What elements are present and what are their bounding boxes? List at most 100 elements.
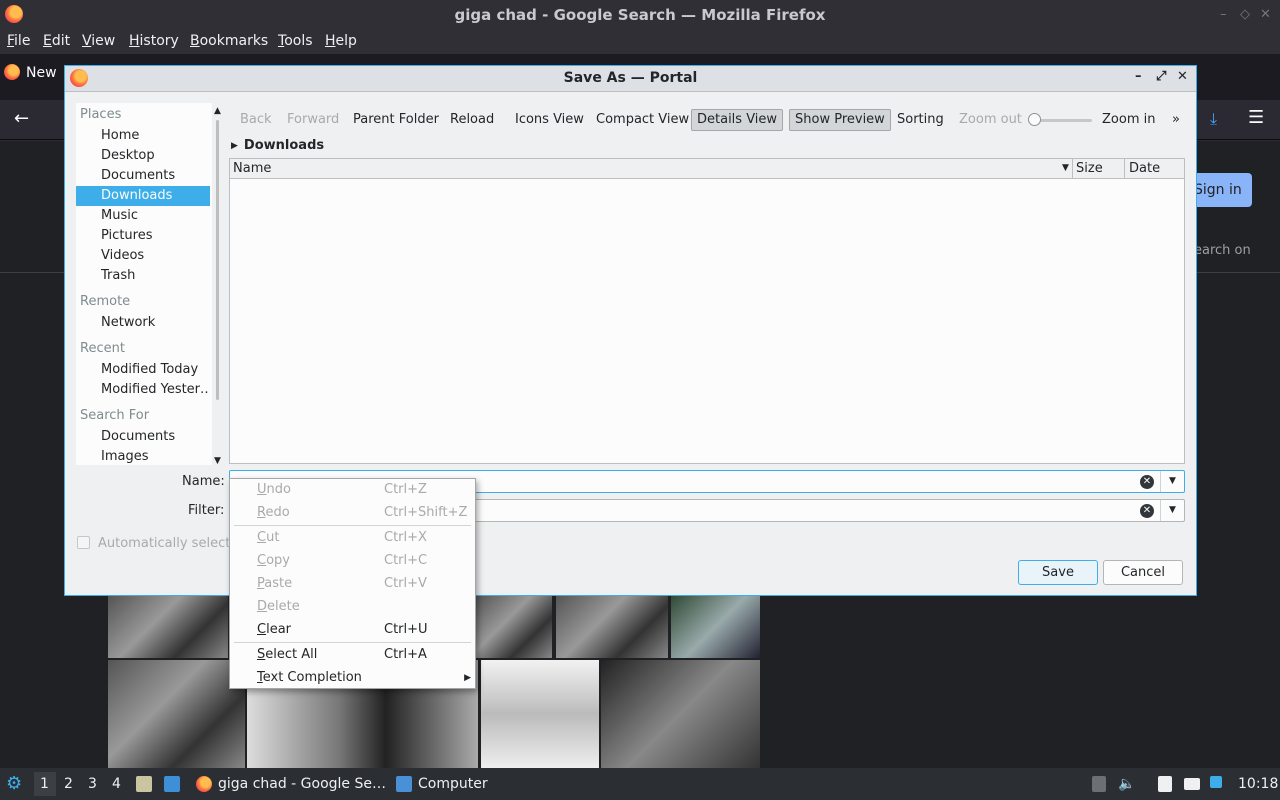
image-result[interactable] bbox=[108, 596, 228, 658]
file-list[interactable]: Name ▼ Size Date bbox=[229, 158, 1185, 464]
minimize-icon[interactable]: – bbox=[1220, 7, 1227, 22]
scroll-down-icon[interactable]: ▼ bbox=[214, 456, 221, 466]
clear-icon[interactable]: ✕ bbox=[1140, 504, 1154, 518]
notification-icon[interactable] bbox=[1210, 776, 1222, 788]
places-item-pictures[interactable]: Pictures bbox=[76, 226, 210, 246]
menu-edit[interactable]: Edit bbox=[43, 33, 70, 49]
places-item-search-images[interactable]: Images bbox=[76, 447, 210, 465]
volume-icon[interactable]: 🔈 bbox=[1118, 776, 1135, 792]
compact-view-button[interactable]: Compact View bbox=[591, 109, 694, 131]
menu-bookmarks[interactable]: Bookmarks bbox=[190, 33, 268, 49]
column-size[interactable]: Size bbox=[1076, 159, 1103, 178]
save-button[interactable]: Save bbox=[1018, 560, 1098, 585]
menu-file[interactable]: File bbox=[7, 33, 30, 49]
menu-item-label: Redo bbox=[257, 505, 290, 520]
signin-button[interactable]: Sign in bbox=[1190, 173, 1252, 207]
auto-select-extension-checkbox[interactable]: Automatically select fi bbox=[77, 536, 243, 551]
places-item-music[interactable]: Music bbox=[76, 206, 210, 226]
task-firefox[interactable]: giga chad - Google Se… bbox=[218, 776, 386, 792]
places-item-documents[interactable]: Documents bbox=[76, 166, 210, 186]
menu-item-redo[interactable]: Redo Ctrl+Shift+Z bbox=[230, 502, 475, 524]
maximize-icon[interactable]: ◇ bbox=[1240, 7, 1250, 22]
image-result[interactable] bbox=[556, 596, 668, 658]
close-icon[interactable]: ✕ bbox=[1177, 69, 1188, 84]
menu-help[interactable]: Help bbox=[325, 33, 357, 49]
menu-item-label: Copy bbox=[257, 553, 290, 568]
desktop-launcher-icon[interactable] bbox=[164, 776, 180, 792]
menu-item-clear[interactable]: Clear Ctrl+U bbox=[230, 619, 475, 641]
browser-titlebar: giga chad - Google Search — Mozilla Fire… bbox=[0, 0, 1280, 30]
chevron-down-icon[interactable]: ▼ bbox=[1160, 471, 1184, 492]
menu-item-cut[interactable]: Cut Ctrl+X bbox=[230, 527, 475, 549]
clock[interactable]: 10:18 bbox=[1238, 776, 1278, 792]
workspace-3[interactable]: 3 bbox=[88, 776, 97, 792]
parent-folder-button[interactable]: Parent Folder bbox=[348, 109, 444, 131]
places-item-modified-today[interactable]: Modified Today bbox=[76, 360, 210, 380]
forward-button[interactable]: Forward bbox=[282, 109, 344, 131]
show-preview-button[interactable]: Show Preview bbox=[789, 109, 891, 131]
task-computer[interactable]: Computer bbox=[418, 776, 488, 792]
sorting-button[interactable]: Sorting bbox=[892, 109, 949, 131]
browser-window-title: giga chad - Google Search — Mozilla Fire… bbox=[454, 6, 826, 24]
places-item-modified-yesterday[interactable]: Modified Yester… bbox=[76, 380, 210, 400]
image-result[interactable] bbox=[601, 660, 760, 768]
hamburger-menu-icon[interactable]: ☰ bbox=[1248, 107, 1264, 128]
reload-button[interactable]: Reload bbox=[445, 109, 499, 131]
dialog-title: Save As — Portal bbox=[563, 70, 698, 86]
clipboard-icon[interactable] bbox=[1158, 776, 1172, 792]
checkbox-box[interactable] bbox=[77, 536, 90, 549]
zoom-in-button[interactable]: Zoom in bbox=[1097, 109, 1160, 131]
breadcrumb[interactable]: ▶ Downloads bbox=[231, 138, 324, 153]
icons-view-button[interactable]: Icons View bbox=[510, 109, 589, 131]
places-item-videos[interactable]: Videos bbox=[76, 246, 210, 266]
back-arrow-icon[interactable]: ← bbox=[14, 108, 29, 129]
close-icon[interactable]: ✕ bbox=[1260, 7, 1271, 22]
clear-icon[interactable]: ✕ bbox=[1140, 475, 1154, 489]
places-item-network[interactable]: Network bbox=[76, 313, 210, 333]
cancel-button[interactable]: Cancel bbox=[1103, 560, 1183, 585]
column-name[interactable]: Name bbox=[233, 159, 271, 178]
more-toolbar-icon[interactable]: » bbox=[1167, 109, 1185, 131]
network-icon[interactable] bbox=[1184, 778, 1200, 790]
image-result[interactable] bbox=[671, 596, 760, 658]
workspace-4[interactable]: 4 bbox=[112, 776, 121, 792]
minimize-icon[interactable]: – bbox=[1135, 69, 1142, 84]
menu-item-undo[interactable]: Undo Ctrl+Z bbox=[230, 479, 475, 501]
tray-icon[interactable] bbox=[1092, 776, 1106, 792]
menu-item-delete[interactable]: Delete bbox=[230, 596, 475, 618]
menu-item-paste[interactable]: Paste Ctrl+V bbox=[230, 573, 475, 595]
menu-item-copy[interactable]: Copy Ctrl+C bbox=[230, 550, 475, 572]
image-result[interactable] bbox=[108, 660, 245, 768]
places-item-downloads[interactable]: Downloads bbox=[76, 186, 210, 206]
download-icon[interactable]: ⤓ bbox=[1210, 109, 1217, 129]
menu-view[interactable]: View bbox=[82, 33, 115, 49]
maximize-icon[interactable]: ⤢ bbox=[1156, 69, 1166, 84]
menu-item-select-all[interactable]: Select All Ctrl+A bbox=[230, 644, 475, 666]
back-button[interactable]: Back bbox=[235, 109, 277, 131]
workspace-1[interactable]: 1 bbox=[40, 776, 49, 792]
chevron-down-icon[interactable]: ▼ bbox=[1160, 500, 1184, 521]
app-launcher-icon[interactable]: ⚙ bbox=[6, 773, 22, 794]
zoom-out-button[interactable]: Zoom out bbox=[954, 109, 1027, 131]
details-view-button[interactable]: Details View bbox=[691, 109, 784, 131]
folder-task-icon bbox=[396, 776, 412, 792]
scrollbar-thumb[interactable] bbox=[216, 120, 219, 400]
places-scrollbar[interactable]: ▲ ▼ bbox=[212, 106, 224, 466]
places-item-home[interactable]: Home bbox=[76, 126, 210, 146]
zoom-slider-handle[interactable] bbox=[1028, 113, 1041, 126]
tab-new[interactable]: New bbox=[4, 64, 57, 81]
workspace-2[interactable]: 2 bbox=[64, 776, 73, 792]
places-item-trash[interactable]: Trash bbox=[76, 266, 210, 286]
menu-item-text-completion[interactable]: Text Completion ▶ bbox=[230, 667, 475, 689]
zoom-slider-track[interactable] bbox=[1034, 119, 1092, 122]
file-manager-launcher-icon[interactable] bbox=[136, 776, 152, 792]
chevron-right-icon: ▶ bbox=[231, 141, 238, 151]
scroll-up-icon[interactable]: ▲ bbox=[214, 106, 221, 116]
image-result[interactable] bbox=[476, 596, 552, 658]
menu-tools[interactable]: Tools bbox=[278, 33, 313, 49]
column-date[interactable]: Date bbox=[1129, 159, 1160, 178]
places-item-search-documents[interactable]: Documents bbox=[76, 427, 210, 447]
image-result[interactable] bbox=[481, 660, 599, 768]
menu-history[interactable]: History bbox=[129, 33, 179, 49]
places-item-desktop[interactable]: Desktop bbox=[76, 146, 210, 166]
